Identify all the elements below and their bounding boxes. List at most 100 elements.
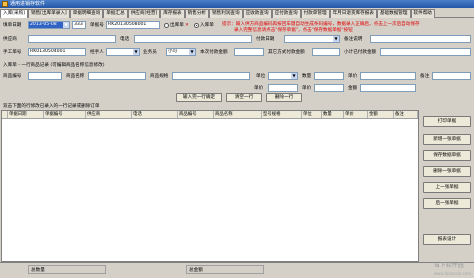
- tab-payable[interactable]: 应付款查询: [271, 9, 301, 18]
- total-amount-cell: 总金额: [186, 265, 264, 274]
- prev-bill-button[interactable]: 上一张单据: [423, 182, 471, 193]
- watermark-main: 当下软件园: [433, 262, 464, 269]
- clear-row-button[interactable]: 清空一行: [226, 93, 262, 102]
- other-paid-field[interactable]: [312, 48, 340, 56]
- close-icon: ✕: [185, 23, 189, 28]
- notice-line-2: 录入完整信息请点击"保存单据"，点击"保存数据单据"按钮: [234, 28, 353, 33]
- goods-remark-field[interactable]: [432, 72, 471, 80]
- manual-no-label: 手工单号: [3, 50, 22, 55]
- bill-date-value: 2013-05-08: [30, 22, 57, 27]
- salesman-field[interactable]: 小可 ▼: [166, 48, 196, 56]
- col-goods-code[interactable]: 商品编号: [178, 111, 214, 118]
- bill-date-field[interactable]: 2013-05-08 ▼: [28, 21, 70, 29]
- bill-no-small-field[interactable]: 333: [72, 21, 86, 29]
- chevron-down-icon[interactable]: ▼: [333, 36, 339, 42]
- goods-spec-field[interactable]: [172, 72, 250, 80]
- col-bill-date[interactable]: 单据日期: [8, 111, 44, 118]
- tab-base-data[interactable]: 基础数据管理: [376, 9, 411, 18]
- tab-stock-report[interactable]: 库存报表: [160, 9, 185, 18]
- unit-price-field[interactable]: [268, 84, 298, 92]
- goods-qty-field[interactable]: [314, 72, 344, 80]
- bill-grid[interactable]: 单据日期 单据编号 供应商 电话 商品编号 商品名称 型号规格 单位 数量 单价…: [1, 110, 419, 262]
- salesman-value: 小可: [168, 49, 178, 54]
- operator-label: 经手人: [90, 50, 104, 55]
- paid-label: 本次付款金额: [200, 50, 228, 55]
- status-bar: 总数量 总金额: [0, 262, 474, 276]
- form-row-1: 填单日期 2013-05-08 ▼ 333 单据号 RK20130508001 …: [0, 21, 474, 33]
- goods-name-field[interactable]: [88, 72, 146, 80]
- other-paid-label: 其它方式付款金额: [268, 50, 305, 55]
- chevron-down-icon[interactable]: ▼: [63, 22, 69, 28]
- col-goods-name[interactable]: 商品名称: [214, 111, 262, 118]
- col-qty[interactable]: 数量: [322, 111, 344, 118]
- side-panel: 打印单据 新增一张单据 保存数据单据 删除一张单据 上一张单据 后一张单据 报表…: [421, 110, 473, 262]
- amount-field[interactable]: [360, 84, 416, 92]
- operator-field[interactable]: ▼: [106, 48, 140, 56]
- bill-no-field[interactable]: RK20130508001: [106, 21, 160, 29]
- goods-entry-caption: 入库单 - 一行商品记录 (可编辑商品名称信息修改): [3, 63, 105, 68]
- amount-label: 金额: [348, 86, 358, 91]
- add-row-button[interactable]: 输入完一行确定: [176, 93, 222, 102]
- manual-no-field[interactable]: RK0130504001: [28, 48, 86, 56]
- unit-price-label: 单价: [254, 86, 264, 91]
- tab-bill-detail[interactable]: 单据明细查询: [69, 9, 104, 18]
- tab-sales-analysis[interactable]: 销售分析: [184, 9, 210, 18]
- col-amount[interactable]: 金额: [368, 111, 394, 118]
- tab-return-report[interactable]: 年月日退货库存报表: [329, 9, 377, 18]
- delete-row-button[interactable]: 删除一行: [266, 93, 302, 102]
- radio-out[interactable]: [164, 23, 169, 28]
- tab-payment-manage[interactable]: 付款单管理: [300, 9, 330, 18]
- next-bill-button[interactable]: 后一张单据: [423, 198, 471, 209]
- goods-price-label: 单价: [348, 74, 358, 79]
- radio-in[interactable]: [194, 23, 199, 28]
- remark-label: 备注说明: [344, 37, 363, 42]
- goods-name-label: 商品名称: [66, 74, 85, 79]
- title-bar: 通用进销存软件: [0, 0, 474, 8]
- goods-code-field[interactable]: [28, 72, 62, 80]
- col-phone[interactable]: 电话: [132, 111, 178, 118]
- col-spec[interactable]: 型号规格: [262, 111, 302, 118]
- col-bill-no[interactable]: 单据编号: [44, 111, 86, 118]
- chevron-down-icon[interactable]: ▼: [189, 49, 195, 55]
- subtotal-label: 小计已付款金额: [344, 50, 377, 55]
- col-supplier[interactable]: 供应商: [86, 111, 132, 118]
- form-row-3: 手工单号 RK0130504001 经手人 ▼ 业务员 小可 ▼ 本次付款金额 …: [0, 48, 474, 58]
- tab-purchase-in[interactable]: 入库[采购]: [0, 9, 28, 18]
- col-remark[interactable]: 备注: [394, 111, 418, 118]
- watermark-sub: www.downxia.com: [433, 271, 471, 276]
- radio-out-label: 出库单: [170, 23, 184, 28]
- radio-in-label: 入库单: [200, 23, 214, 28]
- report-design-button[interactable]: 报表设计: [423, 234, 471, 245]
- paid-field[interactable]: [234, 48, 264, 56]
- new-bill-button[interactable]: 新增一张单据: [423, 134, 471, 145]
- col-price[interactable]: 单价: [344, 111, 368, 118]
- subtotal-field[interactable]: [380, 48, 471, 56]
- supplier-label: 供应商: [3, 37, 17, 42]
- grid-header-row: 单据日期 单据编号 供应商 电话 商品编号 商品名称 型号规格 单位 数量 单价…: [2, 111, 418, 119]
- chevron-down-icon[interactable]: ▼: [291, 73, 297, 79]
- print-bill-button[interactable]: 打印单据: [423, 116, 471, 127]
- tab-help[interactable]: 软件帮助: [410, 9, 435, 18]
- tab-supplier[interactable]: 供应商[经营]: [127, 9, 161, 18]
- unit-price-field-2[interactable]: [314, 84, 344, 92]
- save-bill-button[interactable]: 保存数据单据: [423, 150, 471, 161]
- chevron-down-icon[interactable]: ▼: [133, 49, 139, 55]
- remark-field[interactable]: [370, 35, 471, 43]
- supplier-field[interactable]: [28, 35, 116, 43]
- goods-remark-label: 备注: [420, 74, 430, 79]
- tab-receivable[interactable]: 应收款查询: [242, 9, 272, 18]
- tab-bill-summary[interactable]: 单据汇总: [103, 9, 128, 18]
- goods-price-field[interactable]: [360, 72, 416, 80]
- phone-field[interactable]: [134, 35, 252, 43]
- tab-sales-out[interactable]: 销售[出库单录入]: [27, 9, 70, 18]
- goods-entry-row: 商品编号 商品名称 商品规格 单位 ▼ 数量 单价 备注: [0, 72, 474, 82]
- goods-unit-field[interactable]: ▼: [268, 72, 298, 80]
- goods-code-label: 商品编号: [3, 74, 22, 79]
- pay-date-field[interactable]: ▼: [284, 35, 340, 43]
- salesman-label: 业务员: [143, 50, 157, 55]
- bill-date-label: 填单日期: [3, 23, 22, 28]
- delete-bill-button[interactable]: 删除一张单据: [423, 166, 471, 177]
- total-qty-cell: 总数量: [28, 265, 106, 274]
- tab-sales-profit[interactable]: 销售利润查询: [209, 9, 243, 18]
- col-unit[interactable]: 单位: [302, 111, 322, 118]
